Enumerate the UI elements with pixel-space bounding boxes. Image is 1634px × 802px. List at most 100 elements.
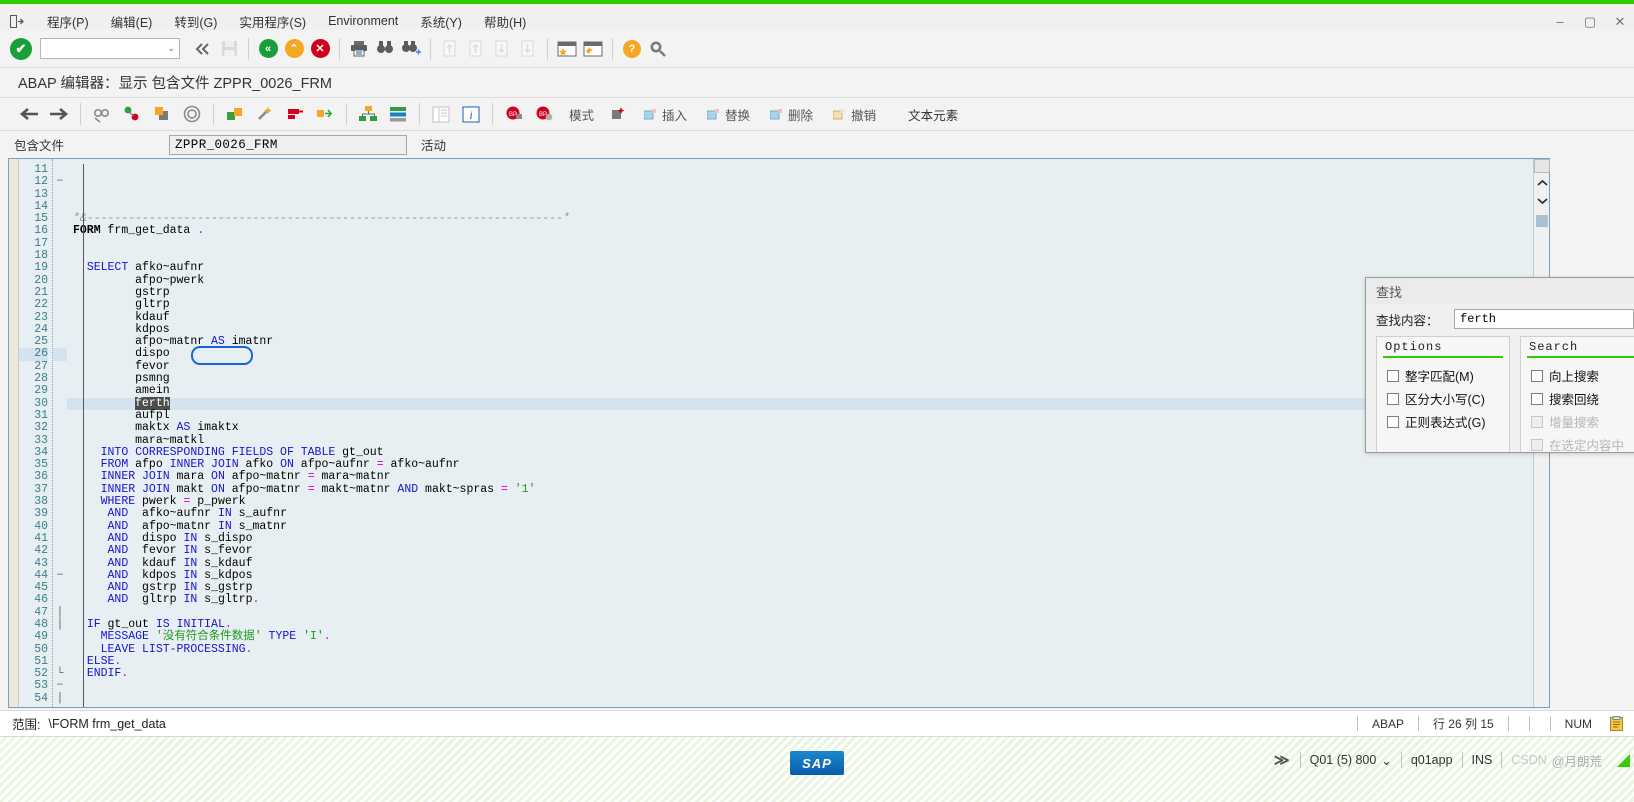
code-line[interactable]: SELECT afko~aufnr (67, 262, 1549, 275)
scrollbar-top-box[interactable] (1534, 159, 1550, 173)
breakpoint-delete-icon[interactable]: BP (499, 100, 529, 128)
code-line[interactable]: psmng (67, 372, 1549, 385)
expand-status-icon[interactable]: ≫ (1264, 751, 1300, 769)
code-line[interactable] (67, 607, 1549, 619)
code-line[interactable]: AND gltrp IN s_gltrp. (67, 594, 1549, 607)
bookmark-icon[interactable] (604, 100, 634, 128)
code-line[interactable]: AND kdpos IN s_kdpos (67, 569, 1549, 582)
back-green-icon[interactable]: « (255, 36, 281, 62)
code-line[interactable]: AND afpo~matnr IN s_matnr (67, 520, 1549, 533)
where-used-icon[interactable] (177, 100, 207, 128)
code-line[interactable]: AND dispo IN s_dispo (67, 532, 1549, 545)
checkbox-box[interactable] (1531, 392, 1543, 405)
checkbox-match-case[interactable]: 区分大小写(C) (1377, 387, 1509, 410)
scrollbar-thumb[interactable] (1536, 215, 1548, 227)
code-line[interactable]: ENDIF. (67, 668, 1549, 680)
find-dialog[interactable]: 查找 查找内容： ferth Options 整字匹配(M) 区分大小写(C) … (1365, 277, 1634, 453)
display-change-icon[interactable] (87, 100, 117, 128)
create-favorite-icon[interactable] (554, 36, 580, 62)
insert-button[interactable]: 插入 (634, 100, 697, 128)
menu-item-environment[interactable]: Environment (317, 12, 409, 30)
code-line[interactable] (67, 705, 1549, 707)
code-line[interactable]: afpo~pwerk (67, 274, 1549, 287)
object-navigator-icon[interactable] (353, 100, 383, 128)
close-button[interactable]: ✕ (1612, 13, 1628, 29)
text-elements-button[interactable]: 文本元素 (886, 100, 968, 128)
code-line[interactable]: INNER JOIN makt ON afpo~matnr = makt~mat… (67, 483, 1549, 496)
pretty-printer-icon[interactable] (250, 100, 280, 128)
code-line[interactable]: gstrp (67, 286, 1549, 299)
checkbox-box[interactable] (1531, 369, 1543, 382)
code-fold-gutter[interactable]: − − | | └ − | (53, 159, 67, 707)
checkbox-search-up[interactable]: 向上搜索 (1521, 364, 1634, 387)
chevron-down-icon[interactable]: ⌄ (167, 43, 175, 54)
exit-orange-icon[interactable]: ⌃ (281, 36, 307, 62)
code-line[interactable]: FORM frm_get_data . (67, 225, 1549, 238)
checkbox-whole-word[interactable]: 整字匹配(M) (1377, 364, 1509, 387)
code-line[interactable]: kdauf (67, 311, 1549, 324)
command-input[interactable]: ⌄ (40, 38, 180, 59)
print-icon[interactable] (346, 36, 372, 62)
code-editor[interactable]: 11 12 13 14 15 16 17 18 19 20 21 22 23 24 25 26 27 28 29 30… (8, 158, 1550, 708)
code-line[interactable]: kdpos (67, 323, 1549, 336)
find-icon[interactable] (372, 36, 398, 62)
code-line[interactable]: AND kdauf IN s_kdauf (67, 557, 1549, 570)
code-line[interactable]: MESSAGE '没有符合条件数据' TYPE 'I'. (67, 631, 1549, 643)
scroll-up-icon[interactable] (1534, 175, 1550, 191)
enter-ok-icon[interactable]: ✔ (10, 37, 32, 60)
resize-grip-icon[interactable] (1617, 753, 1630, 767)
code-line[interactable]: ELSE. (67, 655, 1549, 668)
info-icon[interactable]: i (456, 100, 486, 128)
check-syntax-icon[interactable] (117, 100, 147, 128)
code-line[interactable]: afpo~matnr AS imatnr (67, 335, 1549, 348)
cancel-red-icon[interactable]: ✕ (307, 36, 333, 62)
code-line[interactable]: fevor (67, 360, 1549, 373)
first-page-icon[interactable] (437, 36, 463, 62)
pattern-icon[interactable] (220, 100, 250, 128)
code-line[interactable]: *&--------------------------------------… (67, 213, 1549, 225)
code-line[interactable] (67, 238, 1549, 250)
activate-icon[interactable] (147, 100, 177, 128)
code-line[interactable]: AND fevor IN s_fevor (67, 544, 1549, 557)
clipboard-icon[interactable] (1606, 716, 1626, 731)
last-page-icon[interactable] (515, 36, 541, 62)
navigation-stack-icon[interactable] (383, 100, 413, 128)
checkbox-box[interactable] (1387, 369, 1399, 382)
debugging-icon[interactable] (310, 100, 340, 128)
help-icon[interactable]: ? (619, 36, 645, 62)
breakpoint-display-icon[interactable]: BP (529, 100, 559, 128)
open-favorite-icon[interactable] (580, 36, 606, 62)
fold-toggle[interactable]: − (53, 175, 67, 188)
fold-toggle[interactable]: | (53, 692, 67, 705)
code-line[interactable] (67, 250, 1549, 262)
code-line[interactable]: AND gstrp IN s_gstrp (67, 581, 1549, 594)
code-line[interactable]: amein (67, 385, 1549, 398)
previous-page-icon[interactable] (463, 36, 489, 62)
find-next-icon[interactable] (398, 36, 424, 62)
maximize-button[interactable]: ▢ (1582, 13, 1598, 29)
code-line[interactable]: WHERE pwerk = p_pwerk (67, 495, 1549, 508)
code-line[interactable]: INNER JOIN mara ON afpo~matnr = mara~mat… (67, 471, 1549, 484)
checkbox-wrap-around[interactable]: 搜索回绕 (1521, 387, 1634, 410)
back-arrows-icon[interactable] (190, 36, 216, 62)
code-line[interactable]: ferth (67, 396, 1549, 410)
set-breakpoint-icon[interactable] (280, 100, 310, 128)
next-page-icon[interactable] (489, 36, 515, 62)
code-line[interactable] (67, 693, 1549, 705)
save-icon[interactable] (216, 36, 242, 62)
scroll-down-icon[interactable] (1534, 193, 1550, 209)
include-file-input[interactable]: ZPPR_0026_FRM (169, 134, 407, 155)
code-line[interactable]: gltrp (67, 298, 1549, 311)
split-screen-icon[interactable] (426, 100, 456, 128)
checkbox-box[interactable] (1387, 392, 1399, 405)
code-text-area[interactable]: *&--------------------------------------… (67, 159, 1549, 707)
checkbox-regex[interactable]: 正则表达式(G) (1377, 410, 1509, 433)
find-what-input[interactable]: ferth (1454, 309, 1634, 329)
mode-button[interactable]: 模式 (559, 100, 604, 128)
code-line[interactable]: maktx AS imaktx (67, 421, 1549, 434)
code-line[interactable]: dispo (67, 348, 1549, 361)
replace-button[interactable]: 替换 (697, 100, 760, 128)
forward-arrow-icon[interactable] (44, 100, 74, 128)
checkbox-box[interactable] (1387, 415, 1399, 428)
system-info[interactable]: Q01 (5) 800 ⌄ (1299, 752, 1401, 768)
